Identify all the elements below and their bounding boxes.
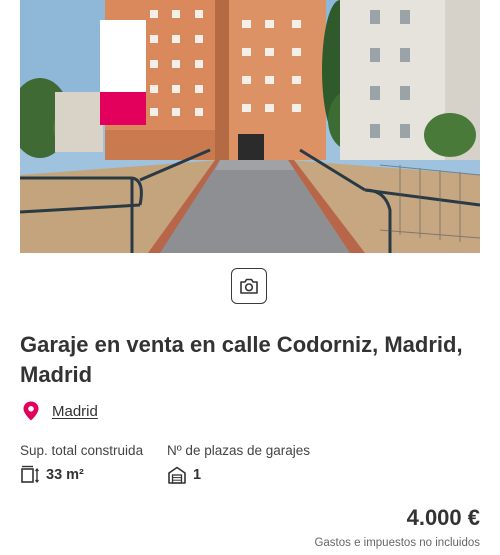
map-pin-icon [23,401,39,421]
taxes-note: Gastos e impuestos no incluidos [314,537,480,549]
feature-garage-spaces: Nº de plazas de garajes 1 [167,442,310,485]
area-icon [21,465,39,483]
price: 4.000 € [406,505,480,530]
feature-label: Sup. total construida [20,443,144,458]
garage-icon [168,466,186,484]
feature-value: 33 m² [46,467,84,483]
camera-icon [240,278,258,294]
building-photo[interactable] [20,0,480,253]
feature-surface: Sup. total construida 33 m² [20,442,143,485]
listing-title: Garaje en venta en calle Codorniz, Madri… [20,332,463,387]
location-link[interactable]: Madrid [52,403,98,420]
feature-label: Nº de plazas de garajes [167,443,311,458]
gallery-button[interactable] [231,268,267,304]
feature-value: 1 [193,467,202,483]
location-row: Madrid [20,400,98,422]
